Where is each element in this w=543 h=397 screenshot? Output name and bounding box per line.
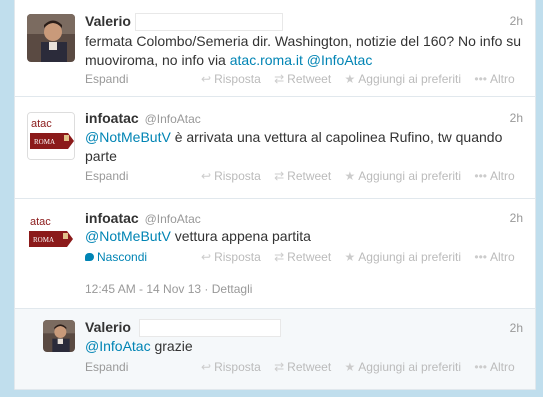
reply-icon: ↩ xyxy=(201,169,212,183)
tweet-time[interactable]: 2h xyxy=(510,211,523,225)
tweet[interactable]: atac ROMA infoatac @InfoAtac 2h @NotMeBu… xyxy=(15,97,535,199)
tweet-text-body: vettura appena partita xyxy=(170,228,311,244)
tweet-time[interactable]: 2h xyxy=(510,321,523,335)
tweet-stream: Valerio 2h fermata Colombo/Semeria dir. … xyxy=(14,0,536,390)
tweet-timestamp[interactable]: 12:45 AM - 14 Nov 13 xyxy=(85,282,201,296)
tweet-text: fermata Colombo/Semeria dir. Washington,… xyxy=(85,32,525,70)
more-icon: ••• xyxy=(474,169,487,183)
avatar[interactable] xyxy=(43,320,75,352)
tweet-author-name[interactable]: infoatac xyxy=(85,110,139,126)
reply-icon: ↩ xyxy=(201,360,212,374)
svg-text:ROMA: ROMA xyxy=(33,236,54,244)
tweet-actions: ↩ Risposta ⇄ Retweet ★ Aggiungi ai preferit… xyxy=(201,250,515,264)
hide-conversation-link[interactable]: Nascondi xyxy=(85,250,147,264)
tweet-actions: ↩ Risposta ⇄ Retweet ★ Aggiungi ai preferit… xyxy=(201,169,515,183)
tweet-expanded[interactable]: atac ROMA infoatac @InfoAtac 2h @NotMeBu… xyxy=(15,199,535,309)
star-icon: ★ xyxy=(344,250,356,264)
reply-button[interactable]: ↩ Risposta xyxy=(201,72,261,86)
tweet-text-body: grazie xyxy=(150,338,193,354)
tweet[interactable]: Valerio 2h fermata Colombo/Semeria dir. … xyxy=(15,0,535,97)
more-icon: ••• xyxy=(474,250,487,264)
svg-text:atac: atac xyxy=(31,118,52,130)
hide-label: Nascondi xyxy=(97,250,148,264)
tweet-meta: 12:45 AM - 14 Nov 13 · Dettagli xyxy=(85,282,253,296)
star-icon: ★ xyxy=(344,72,356,86)
tweet-time[interactable]: 2h xyxy=(510,14,523,28)
retweet-icon: ⇄ xyxy=(274,360,285,374)
speech-bubble-icon xyxy=(85,253,94,261)
star-icon: ★ xyxy=(344,360,356,374)
tweet-reply[interactable]: Valerio 2h @InfoAtac grazie Espandi ↩ Ris… xyxy=(15,309,535,390)
redacted-field xyxy=(138,319,281,338)
avatar[interactable]: atac ROMA xyxy=(27,211,75,259)
expand-link[interactable]: Espandi xyxy=(85,72,128,86)
tweet-time[interactable]: 2h xyxy=(510,111,523,125)
tweet-mention[interactable]: @InfoAtac xyxy=(307,52,373,68)
tweet-text: @NotMeButV vettura appena partita xyxy=(85,227,525,246)
more-button[interactable]: ••• Altro xyxy=(474,72,514,86)
retweet-button[interactable]: ⇄ Retweet xyxy=(274,72,331,86)
tweet-mention[interactable]: @InfoAtac xyxy=(85,338,151,354)
favorite-button[interactable]: ★ Aggiungi ai preferiti xyxy=(345,360,462,374)
reply-icon: ↩ xyxy=(201,72,212,86)
tweet-text: @NotMeButV è arrivata una vettura al cap… xyxy=(85,128,525,166)
favorite-button[interactable]: ★ Aggiungi ai preferiti xyxy=(345,72,462,86)
expand-link[interactable]: Espandi xyxy=(85,169,128,183)
retweet-button[interactable]: ⇄ Retweet xyxy=(274,360,331,374)
star-icon: ★ xyxy=(344,169,356,183)
tweet-author-handle[interactable]: @InfoAtac xyxy=(145,112,201,126)
reply-button[interactable]: ↩ Risposta xyxy=(201,169,261,183)
retweet-icon: ⇄ xyxy=(274,72,285,86)
tweet-mention[interactable]: @NotMeButV xyxy=(85,129,171,145)
svg-text:atac: atac xyxy=(30,216,51,228)
retweet-icon: ⇄ xyxy=(274,169,285,183)
retweet-button[interactable]: ⇄ Retweet xyxy=(274,250,331,264)
tweet-author-name[interactable]: Valerio xyxy=(85,13,131,29)
more-button[interactable]: ••• Altro xyxy=(474,169,514,183)
tweet-text: @InfoAtac grazie xyxy=(85,337,525,356)
favorite-button[interactable]: ★ Aggiungi ai preferiti xyxy=(345,250,462,264)
avatar[interactable]: atac ROMA xyxy=(27,112,75,160)
more-button[interactable]: ••• Altro xyxy=(474,360,514,374)
tweet-author-handle[interactable]: @InfoAtac xyxy=(145,212,201,226)
more-icon: ••• xyxy=(474,360,487,374)
tweet-author-name[interactable]: Valerio xyxy=(85,319,131,335)
reply-icon: ↩ xyxy=(201,250,212,264)
more-button[interactable]: ••• Altro xyxy=(474,250,514,264)
retweet-button[interactable]: ⇄ Retweet xyxy=(274,169,331,183)
tweet-link[interactable]: atac.roma.it xyxy=(230,52,303,68)
reply-button[interactable]: ↩ Risposta xyxy=(201,250,261,264)
reply-button[interactable]: ↩ Risposta xyxy=(201,360,261,374)
avatar[interactable] xyxy=(27,14,75,62)
more-icon: ••• xyxy=(474,72,487,86)
tweet-actions: ↩ Risposta ⇄ Retweet ★ Aggiungi ai preferit… xyxy=(201,360,515,374)
redacted-field xyxy=(134,13,283,32)
svg-text:ROMA: ROMA xyxy=(34,138,55,146)
expand-link[interactable]: Espandi xyxy=(85,360,128,374)
tweet-author-name[interactable]: infoatac xyxy=(85,210,139,226)
retweet-icon: ⇄ xyxy=(274,250,285,264)
tweet-actions: ↩ Risposta ⇄ Retweet ★ Aggiungi ai preferit… xyxy=(201,72,515,86)
tweet-mention[interactable]: @NotMeButV xyxy=(85,228,171,244)
favorite-button[interactable]: ★ Aggiungi ai preferiti xyxy=(345,169,462,183)
tweet-text-body: fermata Colombo/Semeria dir. Washington,… xyxy=(85,33,522,68)
details-link[interactable]: Dettagli xyxy=(212,282,253,296)
